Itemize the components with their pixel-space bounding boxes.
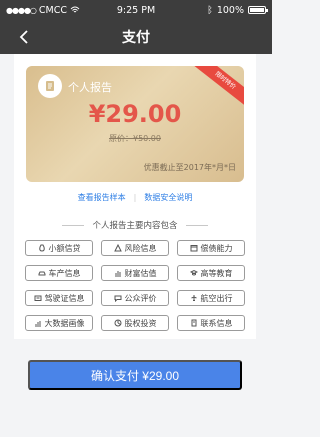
navigation-bar: 支付	[0, 20, 272, 54]
current-price: ¥29.00	[88, 100, 182, 128]
car-icon	[38, 271, 45, 276]
content-item-label: 财富估值	[124, 268, 157, 278]
content-item: 车产信息	[25, 265, 93, 281]
content-item: 股权投资	[101, 315, 169, 331]
right-divider	[185, 224, 208, 226]
content-item: 联系信息	[177, 315, 245, 331]
pie-chart-icon	[114, 319, 121, 327]
original-price: 原价：¥50.00	[109, 134, 161, 143]
offer-deadline: 优惠截止至2017年*月*日	[143, 163, 236, 172]
content-item: 驾驶证信息	[25, 290, 93, 306]
chevron-left-icon	[19, 30, 28, 44]
content-item-label: 股权投资	[124, 318, 157, 328]
battery-label: 100%	[216, 4, 244, 16]
report-price-card: 个人报告 限时特价 ¥29.00 原价：¥50.00 优惠截止至2017年*月*…	[26, 66, 244, 182]
warning-icon	[113, 244, 122, 252]
content-item-label: 公众评价	[124, 293, 157, 303]
content-item-label: 大数据画像	[44, 318, 85, 328]
back-button[interactable]	[14, 26, 34, 48]
bar-chart-icon	[34, 321, 41, 327]
info-links: 查看报告样本 | 数据安全说明	[14, 189, 256, 205]
content-item: 风险信息	[101, 240, 169, 256]
chart-icon	[114, 271, 121, 277]
content-item: 偿债能力	[177, 240, 245, 256]
contact-icon	[191, 319, 196, 327]
content-section-title: 个人报告主要内容包含	[14, 218, 256, 232]
content-item-label: 小额信贷	[48, 243, 81, 253]
left-divider	[62, 224, 85, 226]
data-security-link[interactable]: 数据安全说明	[144, 192, 192, 203]
content-item: 财富估值	[101, 265, 169, 281]
content-item: 小额信贷	[25, 240, 93, 256]
content-item-label: 高等教育	[200, 268, 233, 278]
content-item-label: 风险信息	[124, 243, 157, 253]
status-bar: ●●●●○ CMCC 9:25 PM ᛒ 100%	[0, 0, 272, 20]
content-item: 高等教育	[177, 265, 245, 281]
content-item: 公众评价	[101, 290, 169, 306]
battery-icon	[248, 6, 268, 14]
carrier-label: CMCC	[38, 4, 68, 16]
content-item-label: 航空出行	[200, 293, 233, 303]
wifi-icon	[70, 6, 80, 13]
content-item: 大数据画像	[25, 315, 93, 331]
view-sample-link[interactable]: 查看报告样本	[78, 192, 126, 203]
confirm-pay-button[interactable]: 确认支付 ¥29.00	[28, 360, 242, 390]
report-content-grid: 小额信贷 风险信息 偿债能力 车产信息 财富估值 高等教育 驾驶证信息 公众评价…	[25, 240, 245, 331]
content-item-label: 驾驶证信息	[44, 293, 85, 303]
content-item: 航空出行	[177, 290, 245, 306]
status-right: ᛒ 100%	[166, 4, 268, 16]
status-time: 9:25 PM	[116, 4, 156, 16]
link-separator: |	[133, 192, 137, 202]
page-title: 支付	[122, 30, 150, 46]
calendar-icon	[190, 245, 197, 252]
content-item-label: 偿债能力	[200, 243, 233, 253]
bluetooth-icon: ᛒ	[207, 4, 213, 16]
graduation-icon	[189, 269, 198, 276]
comment-icon	[114, 295, 121, 302]
report-icon	[38, 74, 62, 98]
id-card-icon	[34, 295, 41, 301]
status-left: ●●●●○ CMCC	[6, 5, 106, 16]
signal-icon: ●●●●○	[6, 5, 37, 15]
section-title-text: 个人报告主要内容包含	[92, 221, 178, 231]
report-label: 个人报告	[68, 81, 112, 94]
content-item-label: 车产信息	[48, 268, 81, 278]
plane-icon	[190, 295, 197, 301]
content-item-label: 联系信息	[200, 318, 233, 328]
money-bag-icon	[38, 244, 45, 252]
payment-content: 个人报告 限时特价 ¥29.00 原价：¥50.00 优惠截止至2017年*月*…	[14, 54, 256, 437]
